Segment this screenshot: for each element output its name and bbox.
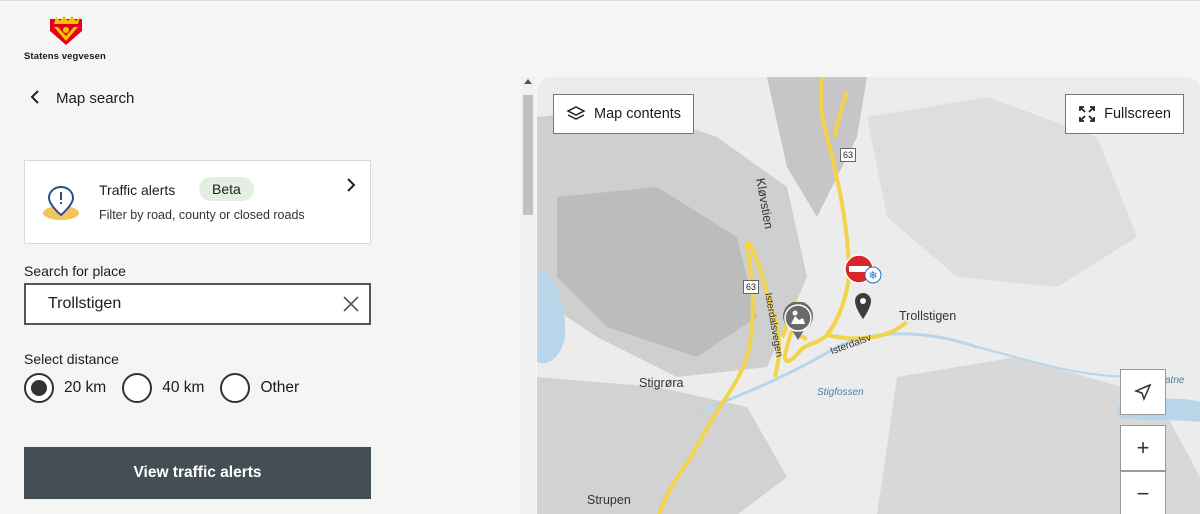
chevron-right-icon [346,177,356,198]
radio-label: Other [260,379,300,396]
page: Statens vegvesen Map search Traffic aler… [0,0,1200,514]
search-input[interactable] [26,295,326,313]
map-contents-button[interactable]: Map contents [553,94,695,134]
scroll-up-arrow-icon[interactable] [524,79,532,84]
svg-text:❄: ❄ [868,269,877,282]
traffic-alerts-card[interactable]: Traffic alerts Beta Filter by road, coun… [24,160,371,244]
map-view[interactable]: Trollstigen Stigrøra Strupen Kløvstien S… [537,77,1200,514]
road-closed-marker-icon[interactable]: ❄ [843,253,885,289]
place-label-stigrora: Stigrøra [639,376,684,390]
zoom-in-button[interactable]: + [1120,425,1166,471]
scrollbar-thumb[interactable] [523,95,533,215]
scrollbar[interactable] [521,77,535,514]
radio-label: 40 km [162,379,205,396]
map-contents-label: Map contents [594,106,682,122]
clear-icon[interactable] [341,294,361,314]
place-label-trollstigen: Trollstigen [899,309,957,323]
place-label-partial: atne [1165,375,1185,386]
coat-of-arms-icon [50,16,82,45]
view-traffic-alerts-button[interactable]: View traffic alerts [24,447,371,499]
distance-option-other[interactable]: Other [220,373,299,403]
traffic-alerts-title: Traffic alerts [99,182,176,198]
beta-badge: Beta [199,177,254,201]
brand-name: Statens vegvesen [24,51,106,62]
layers-icon [566,106,586,120]
fullscreen-icon [1079,106,1096,122]
traffic-alerts-subtitle: Filter by road, county or closed roads [99,208,305,222]
zoom-out-button[interactable]: − [1120,471,1166,514]
road-shield-63: 63 [743,280,760,294]
navigation-arrow-icon [1134,383,1152,401]
distance-option-20km[interactable]: 20 km [24,373,106,403]
search-label: Search for place [24,263,126,279]
radio-button[interactable] [220,373,251,403]
distance-option-40km[interactable]: 40 km [122,373,204,403]
chevron-left-icon [30,89,42,108]
back-link[interactable]: Map search [30,89,134,108]
fullscreen-button[interactable]: Fullscreen [1065,94,1184,134]
radio-button[interactable] [122,373,153,403]
roadwork-marker-icon[interactable] [781,302,815,342]
radio-label: 20 km [64,379,107,396]
traffic-alert-pin-icon [43,185,79,220]
location-pin-icon[interactable] [853,291,873,321]
back-link-label: Map search [56,90,135,107]
locate-me-button[interactable] [1120,369,1166,415]
place-label-stigfossen: Stigfossen [817,387,864,398]
road-shield-63: 63 [840,148,857,162]
search-field [24,283,371,325]
brand-logo[interactable]: Statens vegvesen [24,15,124,63]
place-label-strupen: Strupen [587,493,631,507]
distance-radio-group: 20 km 40 km Other [24,373,301,403]
distance-label: Select distance [24,351,119,367]
fullscreen-label: Fullscreen [1104,106,1171,122]
radio-button[interactable] [24,373,54,403]
